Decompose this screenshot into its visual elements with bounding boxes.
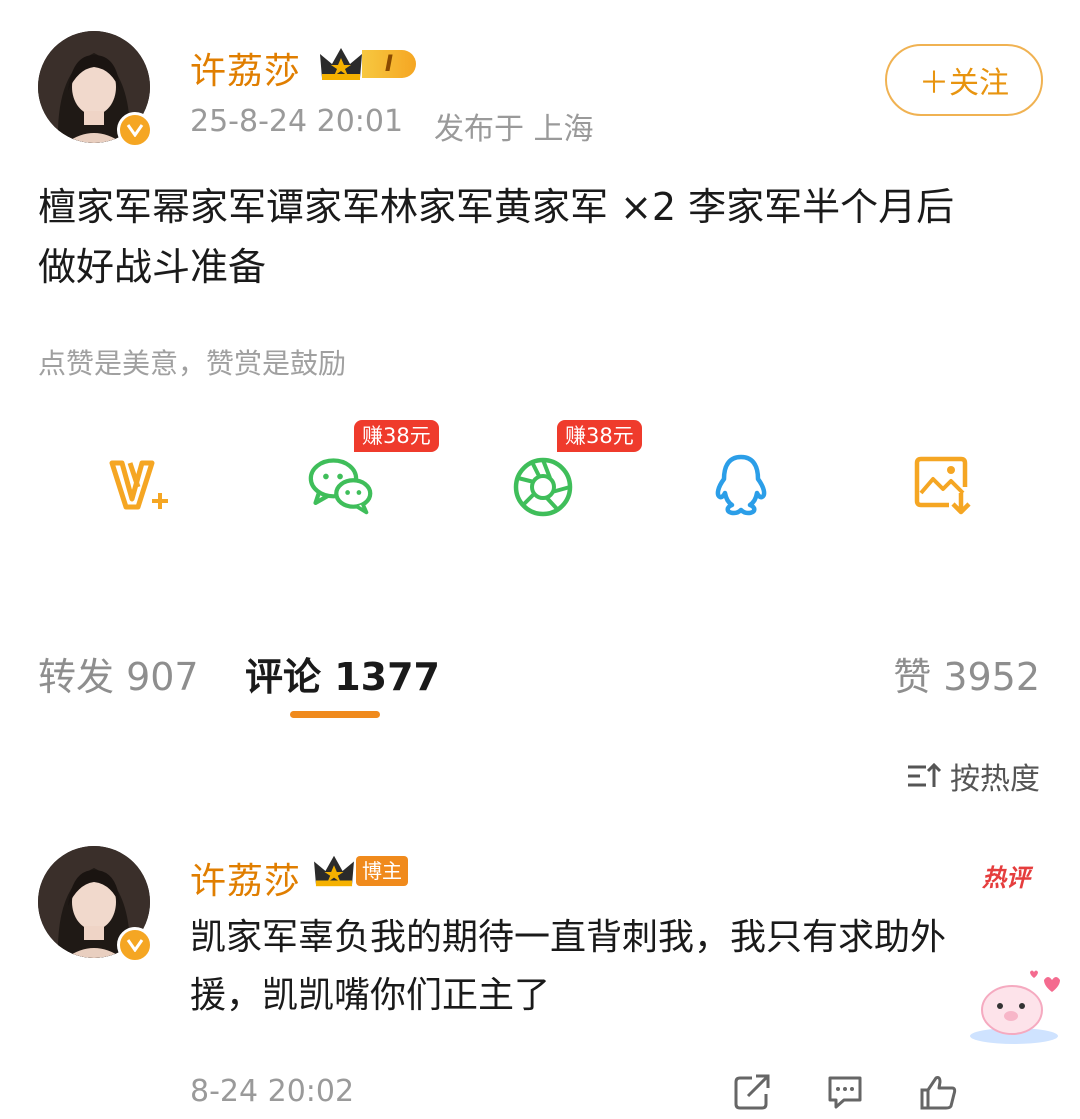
active-tab-indicator xyxy=(290,711,380,718)
follow-button[interactable]: ＋关注 xyxy=(885,44,1043,116)
moments-icon[interactable] xyxy=(510,454,576,520)
save-image-icon[interactable] xyxy=(910,452,976,518)
wechat-icon[interactable] xyxy=(308,452,374,518)
vip-level-badge: I xyxy=(318,44,416,84)
comment-text-line1: 凯家军辜负我的期待一直背刺我，我只有求助外 xyxy=(190,917,947,958)
crown-icon xyxy=(320,48,362,80)
verified-icon xyxy=(117,927,153,963)
tab-likes[interactable]: 赞 3952 xyxy=(893,646,1040,701)
verified-icon xyxy=(117,112,153,148)
comment-icon[interactable] xyxy=(826,1074,864,1114)
sort-label: 按热度 xyxy=(950,762,1040,797)
level-number: I xyxy=(362,50,416,78)
tab-repost[interactable]: 转发 907 xyxy=(38,646,199,701)
hot-comment-label: 热评 xyxy=(982,864,1030,892)
qq-icon[interactable] xyxy=(708,452,774,518)
vplus-icon[interactable] xyxy=(108,452,174,518)
post-text-line2: 做好战斗准备 xyxy=(38,245,267,289)
blogger-badge: 博主 xyxy=(312,852,408,890)
tab-comments[interactable]: 评论 1377 xyxy=(245,646,440,701)
comment-author-name[interactable]: 许荔莎 xyxy=(190,852,301,904)
sort-icon xyxy=(908,762,942,787)
post-text-line1: 檀家军幂家军谭家军林家军黄家军 ×2 李家军半个月后 xyxy=(38,185,955,229)
crown-icon xyxy=(314,855,354,887)
blogger-tag: 博主 xyxy=(356,856,408,886)
sort-toggle[interactable]: 按热度 xyxy=(906,754,1040,798)
pig-sticker-icon xyxy=(966,966,1062,1050)
reward-hint[interactable]: 点赞是美意，赞赏是鼓励 xyxy=(38,342,346,382)
earn-badge: 赚38元 xyxy=(354,420,439,452)
post-timestamp: 25-8-24 20:01 xyxy=(190,104,404,139)
comment-text-line2: 援，凯凯嘴你们正主了 xyxy=(190,975,551,1016)
comment-timestamp: 8-24 20:02 xyxy=(190,1074,355,1109)
share-icon[interactable] xyxy=(734,1074,772,1114)
like-icon[interactable] xyxy=(918,1074,958,1114)
post-location: 发布于 上海 xyxy=(434,112,594,147)
post-author-name[interactable]: 许荔莎 xyxy=(190,42,301,94)
earn-badge: 赚38元 xyxy=(557,420,642,452)
